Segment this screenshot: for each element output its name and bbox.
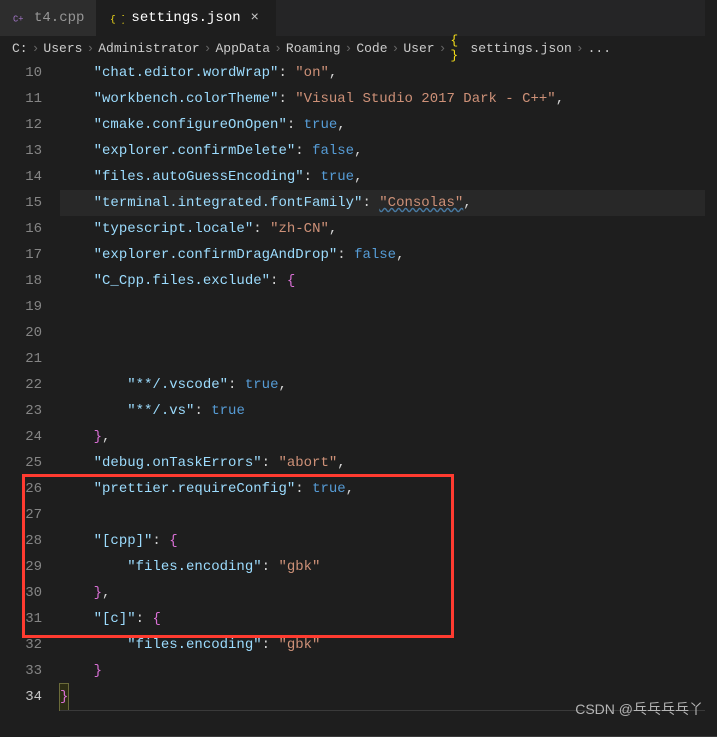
breadcrumb-item[interactable]: Roaming — [286, 41, 341, 56]
breadcrumb-item[interactable]: AppData — [215, 41, 270, 56]
chevron-right-icon: › — [345, 41, 353, 56]
chevron-right-icon: › — [392, 41, 400, 56]
chevron-right-icon: › — [86, 41, 94, 56]
line-number: 10 — [0, 60, 42, 86]
svg-text:{ }: { } — [110, 14, 124, 25]
line-number: 32 — [0, 632, 42, 658]
breadcrumb[interactable]: C: › Users › Administrator › AppData › R… — [0, 36, 717, 60]
cpp-icon: C+ — [12, 10, 28, 26]
line-number: 19 — [0, 294, 42, 320]
line-number: 22 — [0, 372, 42, 398]
scrollbar[interactable] — [705, 0, 717, 729]
code-line[interactable]: "terminal.integrated.fontFamily": "Conso… — [60, 190, 717, 216]
breadcrumb-item[interactable]: User — [403, 41, 434, 56]
chevron-right-icon: › — [274, 41, 282, 56]
code-line[interactable]: "files.autoGuessEncoding": true, — [60, 164, 717, 190]
line-number: 30 — [0, 580, 42, 606]
code-line[interactable]: "**/.vs": true — [60, 398, 717, 424]
code-line[interactable]: "debug.onTaskErrors": "abort", — [60, 450, 717, 476]
code-line[interactable]: "workbench.colorTheme": "Visual Studio 2… — [60, 86, 717, 112]
code-line[interactable]: }, — [60, 580, 717, 606]
tab-t4cpp[interactable]: C+ t4.cpp — [0, 0, 97, 36]
code-line[interactable]: }, — [60, 424, 717, 450]
line-number: 11 — [0, 86, 42, 112]
line-number: 25 — [0, 450, 42, 476]
line-number: 28 — [0, 528, 42, 554]
code-line[interactable]: "files.encoding": "gbk" — [60, 632, 717, 658]
line-number: 13 — [0, 138, 42, 164]
code-line[interactable] — [60, 346, 717, 372]
code-content[interactable]: "chat.editor.wordWrap": "on", "workbench… — [60, 60, 717, 710]
line-number: 15 — [0, 190, 42, 216]
code-editor[interactable]: 1011121314151617181920212223242526272829… — [0, 60, 717, 710]
code-line[interactable]: "**/.vscode": true, — [60, 372, 717, 398]
code-line[interactable] — [60, 502, 717, 528]
chevron-right-icon: › — [32, 41, 40, 56]
code-line[interactable]: "cmake.configureOnOpen": true, — [60, 112, 717, 138]
breadcrumb-item[interactable]: Administrator — [98, 41, 199, 56]
line-number: 24 — [0, 424, 42, 450]
code-line[interactable]: "typescript.locale": "zh-CN", — [60, 216, 717, 242]
code-line[interactable] — [60, 320, 717, 346]
line-number: 21 — [0, 346, 42, 372]
line-number: 18 — [0, 268, 42, 294]
line-gutter: 1011121314151617181920212223242526272829… — [0, 60, 60, 710]
line-number: 14 — [0, 164, 42, 190]
breadcrumb-item[interactable]: Users — [43, 41, 82, 56]
json-icon: { } — [450, 40, 466, 56]
line-number: 27 — [0, 502, 42, 528]
line-number: 16 — [0, 216, 42, 242]
code-line[interactable]: "C_Cpp.files.exclude": { — [60, 268, 717, 294]
tab-settings[interactable]: { } settings.json × — [97, 0, 275, 36]
watermark: CSDN @乓乓乓乓丫 — [575, 699, 703, 719]
code-line[interactable]: "[cpp]": { — [60, 528, 717, 554]
code-line[interactable]: "[c]": { — [60, 606, 717, 632]
tab-label: settings.json — [131, 10, 240, 26]
chevron-right-icon: › — [439, 41, 447, 56]
line-number: 26 — [0, 476, 42, 502]
code-line[interactable]: } — [60, 658, 717, 684]
line-number: 34 — [0, 684, 42, 710]
code-line[interactable]: "chat.editor.wordWrap": "on", — [60, 60, 717, 86]
breadcrumb-trail[interactable]: ... — [588, 41, 611, 56]
line-number: 12 — [0, 112, 42, 138]
breadcrumb-item[interactable]: Code — [356, 41, 387, 56]
breadcrumb-item[interactable]: C: — [12, 41, 28, 56]
breadcrumb-file[interactable]: settings.json — [470, 41, 571, 56]
line-number: 20 — [0, 320, 42, 346]
svg-text:C+: C+ — [13, 15, 24, 25]
json-icon: { } — [109, 10, 125, 26]
close-icon[interactable]: × — [247, 10, 263, 26]
tab-bar: C+ t4.cpp { } settings.json × — [0, 0, 717, 36]
tab-label: t4.cpp — [34, 10, 84, 26]
code-line[interactable]: "files.encoding": "gbk" — [60, 554, 717, 580]
line-number: 33 — [0, 658, 42, 684]
code-line[interactable]: "explorer.confirmDragAndDrop": false, — [60, 242, 717, 268]
line-number: 29 — [0, 554, 42, 580]
chevron-right-icon: › — [576, 41, 584, 56]
line-number: 31 — [0, 606, 42, 632]
code-line[interactable]: "explorer.confirmDelete": false, — [60, 138, 717, 164]
chevron-right-icon: › — [204, 41, 212, 56]
code-line[interactable]: "prettier.requireConfig": true, — [60, 476, 717, 502]
line-number: 23 — [0, 398, 42, 424]
code-line[interactable] — [60, 294, 717, 320]
line-number: 17 — [0, 242, 42, 268]
